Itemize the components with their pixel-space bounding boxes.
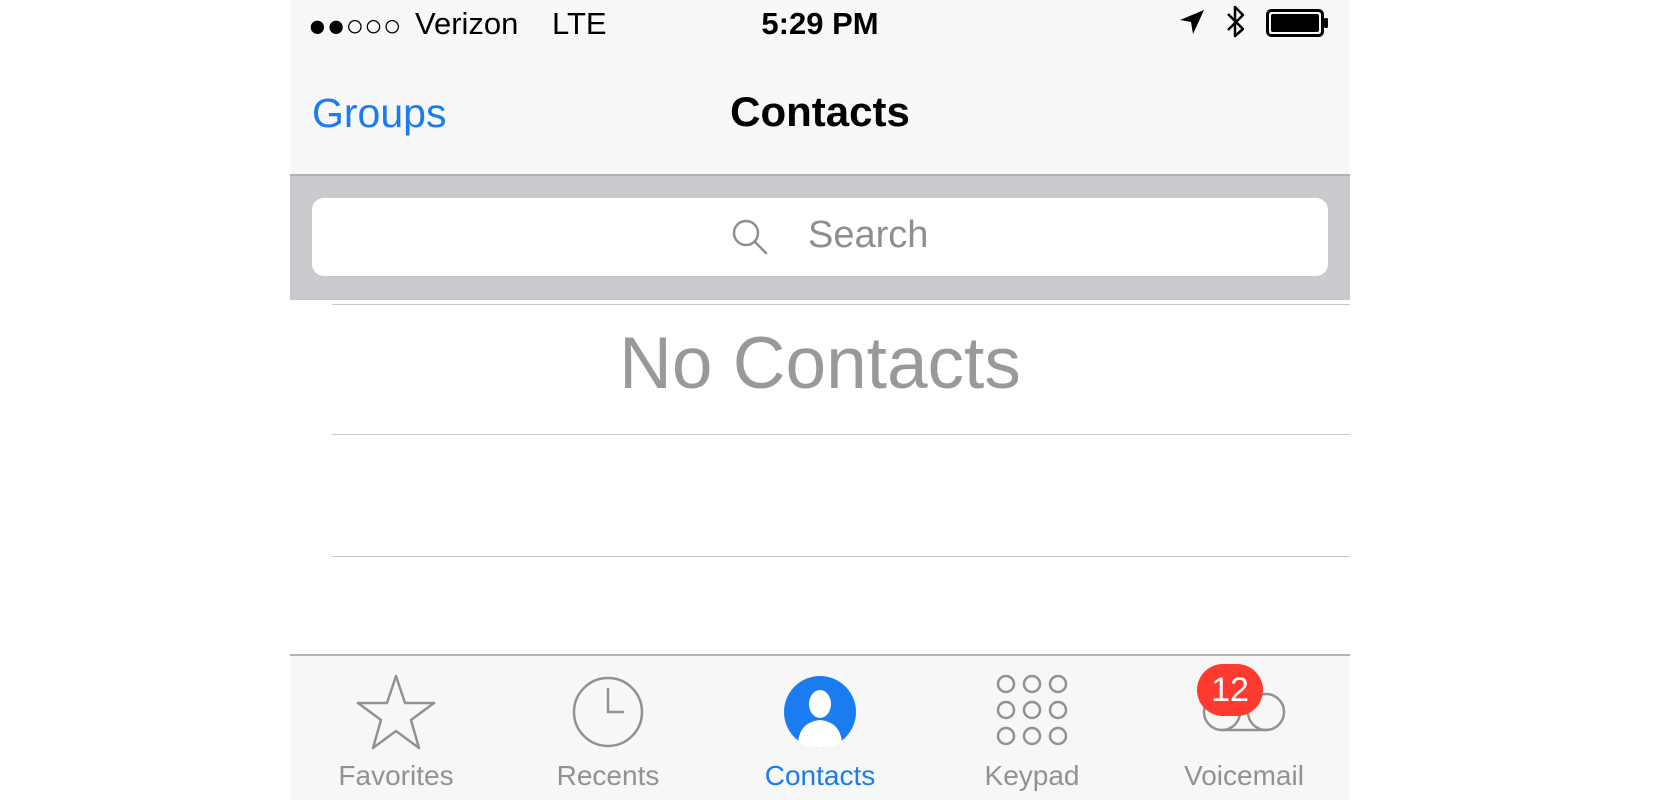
list-separator xyxy=(332,556,1350,557)
star-icon xyxy=(290,672,502,752)
list-separator xyxy=(332,434,1350,435)
tab-bar: Favorites Recents Contacts Keypad Voicem… xyxy=(290,654,1350,800)
list-separator xyxy=(332,304,1350,305)
tab-contacts[interactable]: Contacts xyxy=(714,656,926,800)
search-input[interactable]: Search xyxy=(312,198,1328,276)
search-icon xyxy=(730,217,770,262)
battery-icon xyxy=(1266,9,1330,42)
tab-keypad[interactable]: Keypad xyxy=(926,656,1138,800)
status-bar: ●●○○○ Verizon LTE 5:29 PM xyxy=(290,0,1350,46)
tab-label: Favorites xyxy=(338,760,454,791)
tab-favorites[interactable]: Favorites xyxy=(290,656,502,800)
search-bar: Search xyxy=(290,176,1350,300)
phone-screen: ●●○○○ Verizon LTE 5:29 PM Groups Contact… xyxy=(290,0,1350,800)
voicemail-badge: 12 xyxy=(1197,664,1263,716)
keypad-icon xyxy=(926,672,1138,752)
empty-state-message: No Contacts xyxy=(619,323,1021,404)
tab-label: Contacts xyxy=(764,760,876,791)
navigation-bar: Groups Contacts xyxy=(290,46,1350,176)
page-title: Contacts xyxy=(730,88,910,135)
tab-recents[interactable]: Recents xyxy=(502,656,714,800)
clock-icon xyxy=(502,672,714,752)
tab-label: Voicemail xyxy=(1184,760,1304,791)
person-icon xyxy=(714,672,926,752)
location-arrow-icon xyxy=(1178,8,1206,41)
tab-label: Keypad xyxy=(984,760,1080,791)
bluetooth-icon xyxy=(1225,3,1247,46)
search-placeholder: Search xyxy=(808,214,929,256)
tab-label: Recents xyxy=(556,760,660,791)
